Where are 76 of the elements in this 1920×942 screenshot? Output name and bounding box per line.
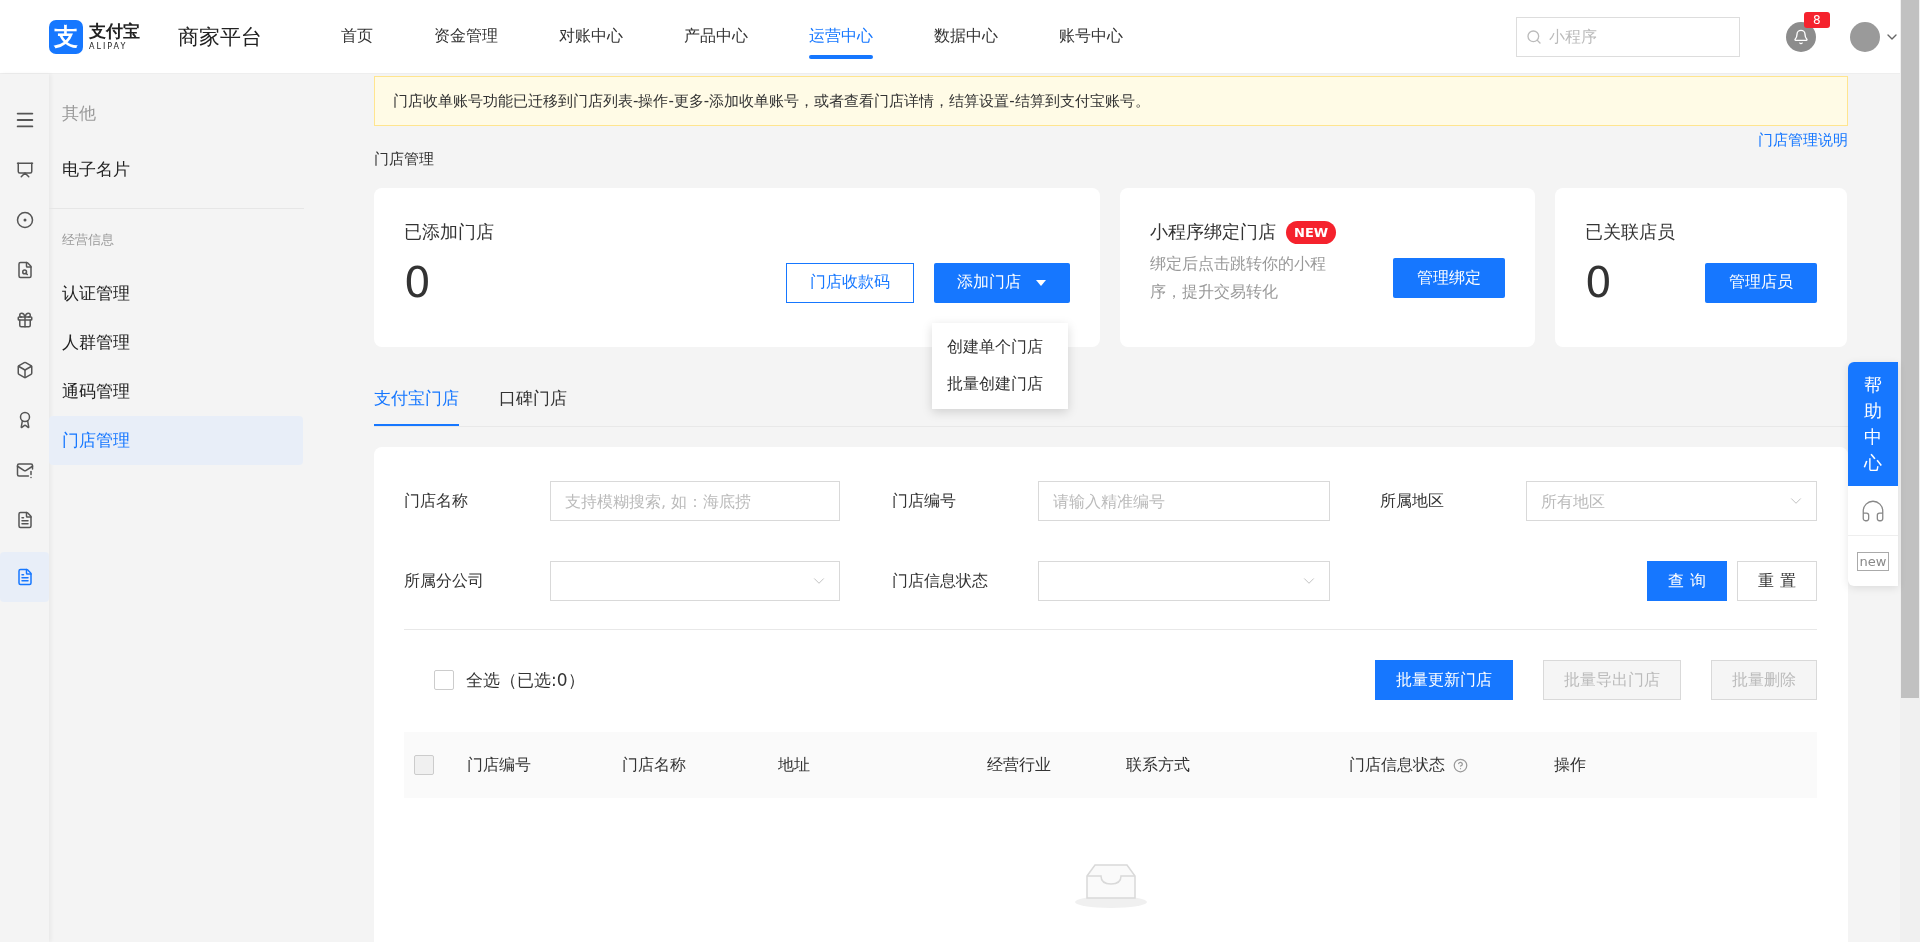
platform-title: 商家平台 xyxy=(178,23,263,51)
reset-button[interactable]: 重 置 xyxy=(1737,561,1817,601)
section-title: 其他 xyxy=(61,102,97,125)
box-icon xyxy=(15,361,34,379)
column-header: 门店信息状态 xyxy=(1349,754,1445,776)
select-all-label: 全选（已选:0） xyxy=(466,668,586,692)
nav-tab[interactable]: 首页 xyxy=(341,6,373,67)
mail-icon xyxy=(15,461,34,479)
column-header: 操作 xyxy=(1554,754,1586,776)
sidebar-item[interactable]: 人群管理 xyxy=(49,318,303,367)
gift-icon xyxy=(15,311,34,329)
add-store-button[interactable]: 添加门店 xyxy=(934,262,1070,303)
store-tab[interactable]: 支付宝门店 xyxy=(374,387,459,426)
avatar[interactable] xyxy=(1850,21,1880,52)
card-title: 已添加门店 xyxy=(404,220,495,244)
input-field[interactable]: 请输入精准编号 xyxy=(1038,481,1330,521)
filter-label: 门店名称 xyxy=(404,490,469,512)
new-tag[interactable]: new xyxy=(1856,551,1890,571)
nav-tab[interactable]: 资金管理 xyxy=(434,6,498,67)
store-count: 0 xyxy=(404,258,432,307)
bell-icon xyxy=(1793,28,1809,45)
menu-item[interactable]: 批量创建门店 xyxy=(932,366,1068,403)
column-header: 联系方式 xyxy=(1126,754,1190,776)
scrollbar[interactable] xyxy=(1900,0,1920,942)
card-description: 绑定后点击跳转你的小程序，提升交易转化 xyxy=(1150,253,1327,303)
filter-label: 门店编号 xyxy=(892,490,957,512)
sidebar-item[interactable]: 电子名片 xyxy=(49,145,303,194)
column-header: 门店编号 xyxy=(467,754,531,776)
card-title: 小程序绑定门店 xyxy=(1150,220,1276,244)
filter-label: 所属地区 xyxy=(1380,490,1445,512)
filter-label: 所属分公司 xyxy=(404,570,485,592)
select-field[interactable] xyxy=(1038,561,1330,601)
staff-count: 0 xyxy=(1585,258,1613,307)
new-badge: NEW xyxy=(1286,220,1337,244)
qr-code-button[interactable]: 门店收款码 xyxy=(786,262,914,303)
empty-tray-icon xyxy=(1072,862,1149,908)
caret-icon xyxy=(1035,278,1047,287)
checkbox[interactable] xyxy=(414,755,434,775)
document-icon xyxy=(15,568,34,586)
manage-binding-button[interactable]: 管理绑定 xyxy=(1393,258,1505,298)
column-header: 经营行业 xyxy=(987,754,1051,776)
sidebar-item[interactable]: 通码管理 xyxy=(49,367,303,416)
input-field[interactable]: 支持模糊搜索, 如：海底捞 xyxy=(550,481,840,521)
document-icon xyxy=(15,261,34,279)
checkbox[interactable] xyxy=(434,670,454,690)
nav-tab[interactable]: 数据中心 xyxy=(934,6,998,67)
select-field[interactable]: 所有地区 xyxy=(1526,481,1817,521)
menu-item[interactable]: 创建单个门店 xyxy=(932,329,1068,366)
select-field[interactable] xyxy=(550,561,840,601)
nav-tab[interactable]: 运营中心 xyxy=(809,6,873,67)
nav-tab[interactable]: 对账中心 xyxy=(559,6,623,67)
notification-count: 8 xyxy=(1804,11,1830,28)
help-center-button[interactable]: 帮助中心 xyxy=(1848,362,1898,487)
logo-subtext: ALIPAY xyxy=(89,42,129,51)
logo-mark: 支 xyxy=(49,19,83,54)
logo-text: 支付宝 xyxy=(89,22,140,40)
column-header: 门店名称 xyxy=(622,754,686,776)
filter-label: 门店信息状态 xyxy=(892,570,989,592)
sidebar-item[interactable]: 认证管理 xyxy=(49,269,303,318)
page-title: 门店管理 xyxy=(374,150,434,169)
query-button[interactable]: 查 询 xyxy=(1647,561,1727,601)
nav-tab[interactable]: 账号中心 xyxy=(1059,6,1123,67)
notification-button[interactable] xyxy=(1786,21,1816,52)
document-icon xyxy=(15,511,34,529)
manage-staff-button[interactable]: 管理店员 xyxy=(1705,262,1817,303)
search-field[interactable]: 小程序 xyxy=(1516,16,1740,57)
column-header: 地址 xyxy=(778,754,810,776)
card-title: 已关联店员 xyxy=(1585,220,1676,244)
notice-banner: 门店收单账号功能已迁移到门店列表-操作-更多-添加收单账号，或者查看门店详情，结算设置-结算到支付宝账号。 xyxy=(374,76,1848,126)
store-tab[interactable]: 口碑门店 xyxy=(499,387,567,426)
help-link[interactable]: 门店管理说明 xyxy=(1758,131,1848,150)
bulk-action-button[interactable]: 批量更新门店 xyxy=(1375,660,1513,700)
sidebar-item[interactable]: 门店管理 xyxy=(49,416,303,465)
nav-tab[interactable]: 产品中心 xyxy=(684,6,748,67)
search-icon xyxy=(1526,28,1542,45)
section-title: 经营信息 xyxy=(61,231,115,249)
